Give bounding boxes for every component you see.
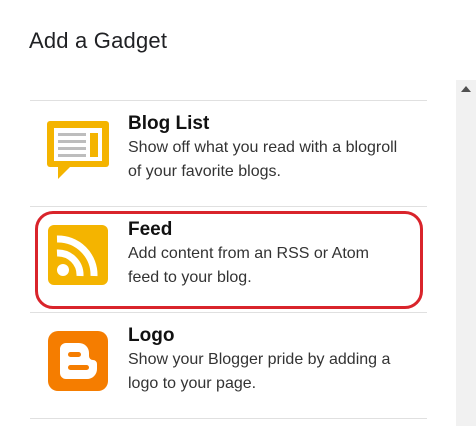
gadget-item-logo[interactable]: Logo Show your Blogger pride by adding a… (30, 313, 427, 418)
gadget-description-line: Show your Blogger pride by adding a (128, 351, 391, 368)
gadget-description: Show your Blogger pride by adding a logo… (128, 348, 428, 396)
gadget-description: Show off what you read with a blogroll o… (128, 136, 428, 184)
gadget-description-line: Show off what you read with a blogroll (128, 139, 398, 156)
gadget-name: Logo (128, 325, 175, 346)
scroll-up-arrow-icon[interactable] (461, 86, 471, 92)
gadget-name: Blog List (128, 113, 210, 134)
gadget-item-feed[interactable]: Feed Add content from an RSS or Atom fee… (30, 207, 427, 312)
blogger-logo-icon (46, 329, 110, 393)
page-title: Add a Gadget (29, 28, 168, 53)
highlight-circle (35, 211, 423, 309)
vertical-scrollbar[interactable] (456, 80, 476, 426)
gadget-description-line: of your favorite blogs. (128, 163, 281, 180)
gadget-list: Blog List Show off what you read with a … (30, 100, 427, 419)
gadget-item-blog-list[interactable]: Blog List Show off what you read with a … (30, 101, 427, 206)
divider (30, 418, 427, 419)
blog-list-icon (46, 117, 110, 181)
gadget-description-line: logo to your page. (128, 375, 257, 392)
